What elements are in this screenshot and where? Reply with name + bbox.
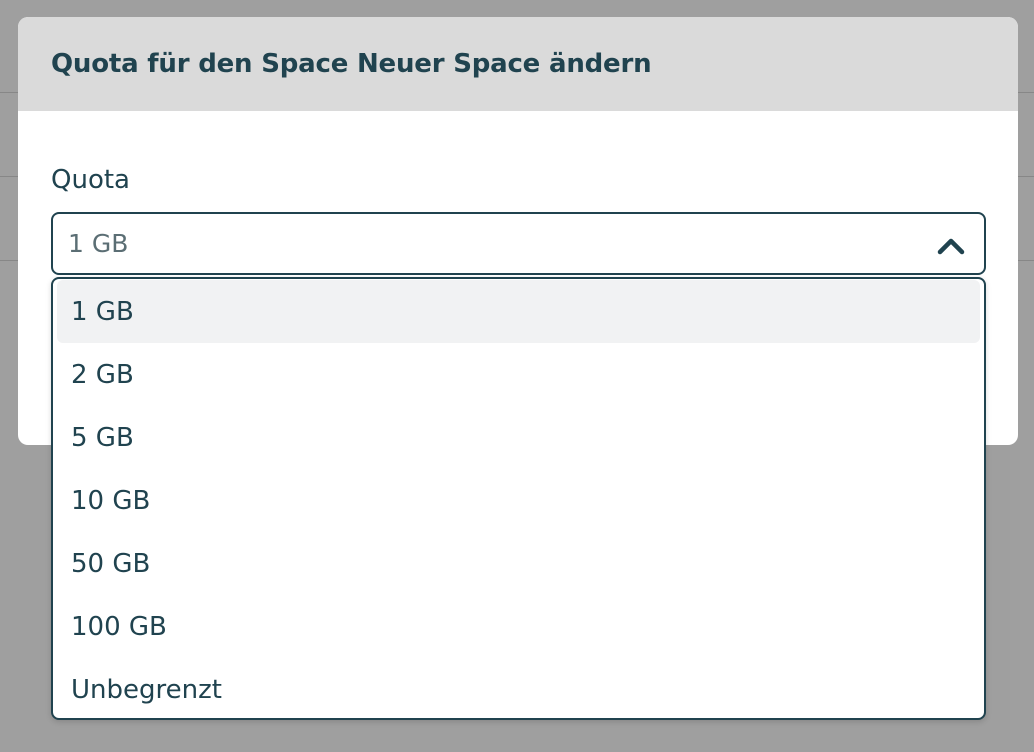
- quota-option-50gb[interactable]: 50 GB: [57, 532, 980, 595]
- quota-label: Quota: [51, 165, 130, 195]
- quota-select[interactable]: 1 GB: [51, 212, 986, 275]
- quota-option-1gb[interactable]: 1 GB: [57, 280, 980, 343]
- quota-option-5gb[interactable]: 5 GB: [57, 406, 980, 469]
- quota-option-2gb[interactable]: 2 GB: [57, 343, 980, 406]
- quota-option-unlimited[interactable]: Unbegrenzt: [57, 658, 980, 721]
- chevron-up-icon[interactable]: [936, 236, 966, 256]
- modal-header: Quota für den Space Neuer Space ändern: [18, 17, 1018, 111]
- quota-dropdown-menu: 1 GB 2 GB 5 GB 10 GB 50 GB 100 GB Unbegr…: [51, 277, 986, 720]
- quota-option-100gb[interactable]: 100 GB: [57, 595, 980, 658]
- modal-title: Quota für den Space Neuer Space ändern: [51, 49, 652, 79]
- quota-option-10gb[interactable]: 10 GB: [57, 469, 980, 532]
- quota-select-value: 1 GB: [68, 229, 129, 258]
